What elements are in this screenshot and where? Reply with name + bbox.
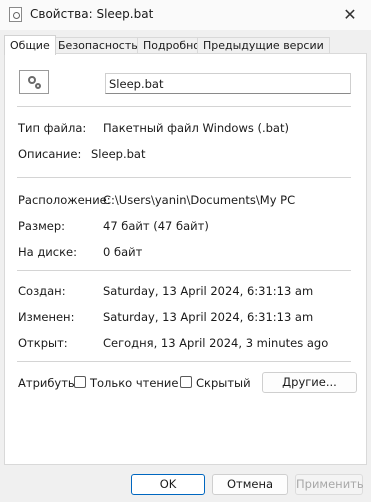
- divider: [17, 361, 351, 362]
- apply-button[interactable]: Применить: [295, 474, 364, 495]
- location-label: Расположение:: [18, 193, 111, 207]
- size-label: Размер:: [18, 219, 66, 233]
- general-panel: [4, 53, 367, 465]
- created-label: Создан:: [18, 284, 66, 298]
- divider: [17, 106, 351, 107]
- hidden-label: Скрытый: [196, 376, 251, 390]
- tab-security[interactable]: Безопасность: [52, 37, 144, 54]
- properties-window-icon: [9, 7, 22, 22]
- window-title: Свойства: Sleep.bat: [30, 7, 154, 21]
- tab-previous-versions[interactable]: Предыдущие версии: [197, 37, 330, 54]
- description-value: Sleep.bat: [91, 147, 146, 161]
- readonly-label: Только чтение: [90, 376, 179, 390]
- size-value: 47 байт (47 байт): [103, 219, 209, 233]
- close-button[interactable]: ✕: [329, 0, 371, 30]
- batch-file-gear-icon: [19, 70, 49, 94]
- accessed-value: Сегодня, 13 April 2024, 3 minutes ago: [103, 336, 329, 350]
- title-bar: Свойства: Sleep.bat ✕: [0, 0, 371, 30]
- tab-details[interactable]: Подробно: [137, 37, 207, 54]
- close-icon: ✕: [343, 5, 357, 24]
- file-type-label: Тип файла:: [18, 121, 87, 135]
- readonly-checkbox[interactable]: [74, 376, 86, 388]
- accessed-label: Открыт:: [18, 336, 68, 350]
- modified-value: Saturday, 13 April 2024, 6:31:13 am: [103, 310, 314, 324]
- gear-small-icon: [35, 83, 41, 89]
- size-on-disk-label: На диске:: [18, 245, 77, 259]
- location-value: C:\Users\yanin\Documents\My PC: [103, 193, 296, 207]
- ok-button[interactable]: OK: [131, 474, 205, 495]
- modified-label: Изменен:: [18, 310, 75, 324]
- file-name-input[interactable]: [105, 73, 351, 94]
- created-value: Saturday, 13 April 2024, 6:31:13 am: [103, 284, 314, 298]
- file-type-value: Пакетный файл Windows (.bat): [103, 121, 289, 135]
- hidden-checkbox[interactable]: [180, 376, 192, 388]
- size-on-disk-value: 0 байт: [103, 245, 143, 259]
- cancel-button[interactable]: Отмена: [212, 474, 288, 495]
- divider: [17, 177, 351, 178]
- gear-icon: [28, 76, 36, 84]
- divider: [17, 270, 351, 271]
- description-label: Описание:: [18, 147, 82, 161]
- tab-general[interactable]: Общие: [4, 35, 56, 55]
- advanced-attributes-button[interactable]: Другие...: [262, 372, 357, 393]
- attributes-label: Атрибуты:: [18, 376, 81, 390]
